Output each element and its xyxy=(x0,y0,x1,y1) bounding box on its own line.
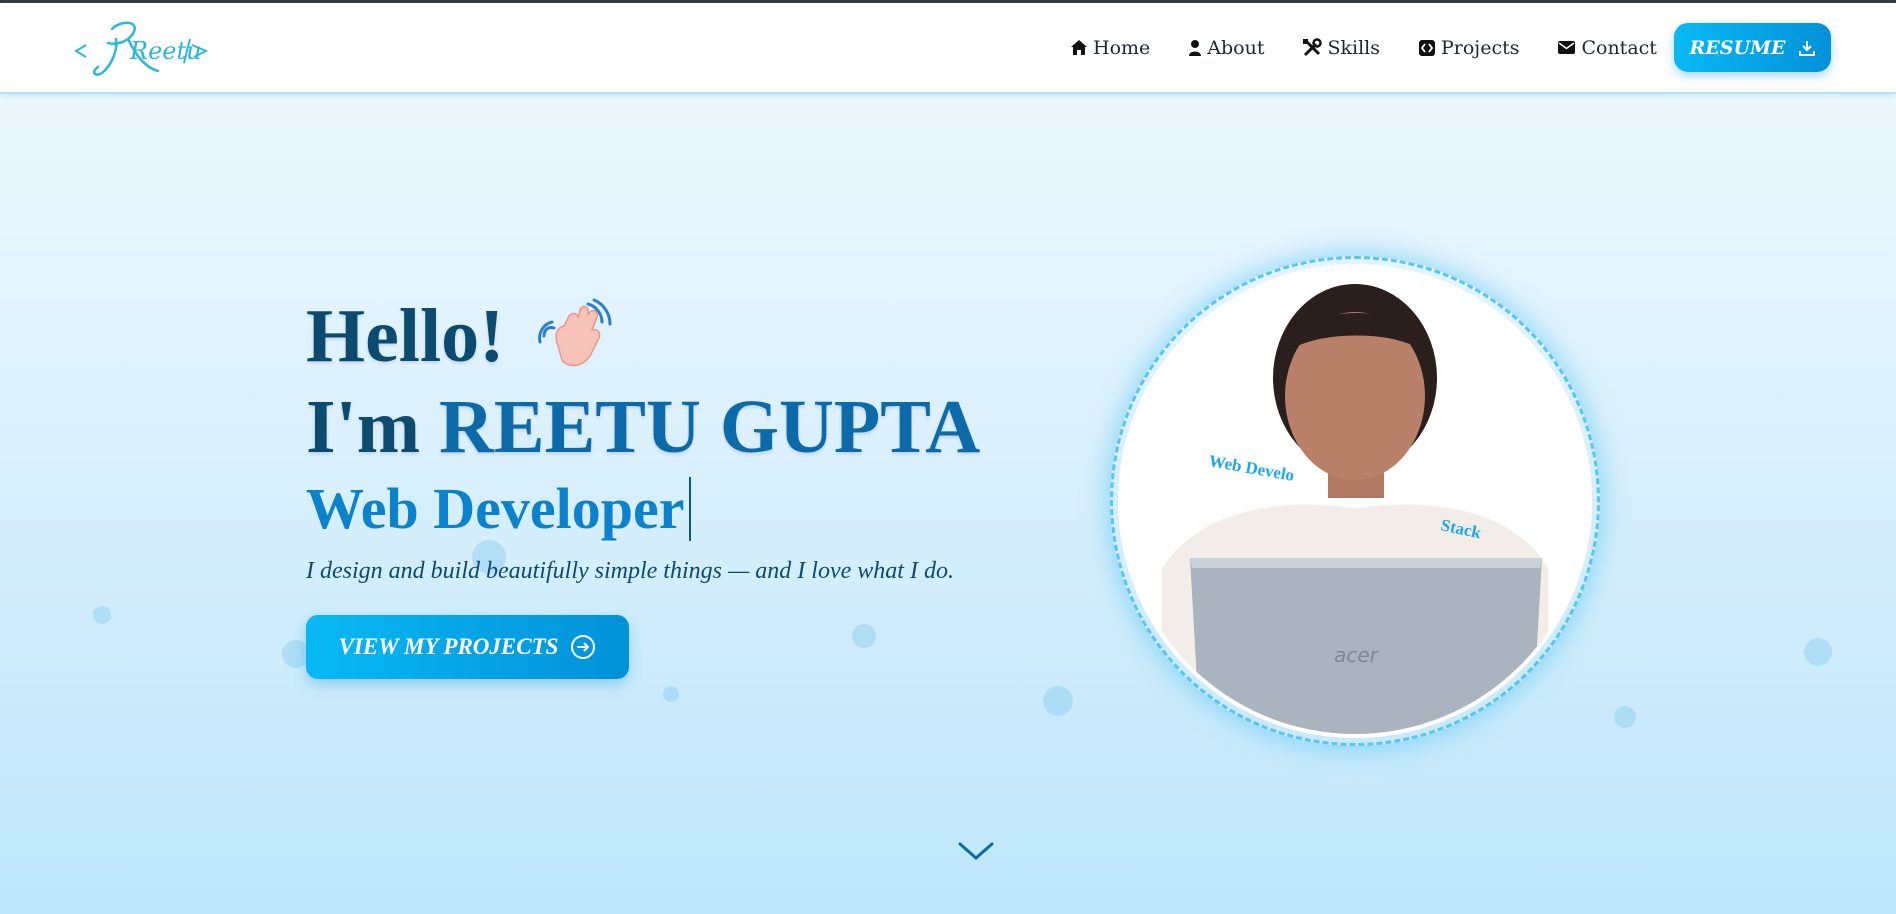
decor-bubble xyxy=(1043,686,1073,716)
laptop-brand-text: acer xyxy=(1334,643,1380,667)
intro-text: I'm xyxy=(306,385,420,469)
scroll-down-chevron-icon[interactable] xyxy=(956,836,996,866)
nav-projects[interactable]: Projects xyxy=(1418,37,1519,59)
profile-photo-illustration: Web Develo Stack acer xyxy=(1122,268,1588,734)
home-icon xyxy=(1071,40,1087,55)
logo[interactable]: Reetu xyxy=(72,15,212,81)
nav-about[interactable]: About xyxy=(1188,37,1264,59)
decor-bubble xyxy=(1804,638,1832,666)
hero-section: Hello! I'm REETU GUPTA Web Developer I d… xyxy=(306,290,1066,679)
role-heading: Web Developer xyxy=(306,476,1066,542)
greeting-text: Hello! xyxy=(306,294,505,378)
nav-home-label: Home xyxy=(1093,36,1151,59)
name-text: REETU GUPTA xyxy=(439,385,981,469)
nav-contact-label: Contact xyxy=(1581,36,1657,59)
name-heading: I'm REETU GUPTA xyxy=(306,382,1066,472)
view-projects-button[interactable]: VIEW MY PROJECTS xyxy=(306,615,629,679)
greeting-heading: Hello! xyxy=(306,290,1066,382)
arrow-circle-right-icon xyxy=(571,635,596,659)
logo-text: Reetu xyxy=(129,37,202,65)
resume-button[interactable]: RESUME xyxy=(1674,23,1831,72)
envelope-icon xyxy=(1558,41,1576,54)
decor-bubble xyxy=(1614,706,1636,728)
code-icon xyxy=(1419,39,1435,56)
profile-photo: Web Develo Stack acer xyxy=(1118,264,1592,738)
nav-about-label: About xyxy=(1207,36,1265,59)
download-icon xyxy=(1798,40,1815,56)
resume-button-label: RESUME xyxy=(1689,36,1786,59)
view-projects-label: VIEW MY PROJECTS xyxy=(338,634,559,659)
nav-contact[interactable]: Contact xyxy=(1557,36,1657,59)
logo-mark: Reetu xyxy=(74,21,209,76)
decor-bubble xyxy=(663,686,679,702)
tagline: I design and build beautifully simple th… xyxy=(306,558,954,584)
tools-icon xyxy=(1303,37,1323,56)
waving-hand-icon xyxy=(538,298,612,367)
nav-home[interactable]: Home xyxy=(1070,37,1150,59)
nav-skills-label: Skills xyxy=(1327,36,1380,59)
main-nav: Home About Skills Projects Contact xyxy=(1070,3,1695,92)
typing-cursor xyxy=(688,477,691,541)
nav-skills[interactable]: Skills xyxy=(1302,37,1380,59)
navbar: Reetu Home About Skills Projects Contact… xyxy=(0,3,1896,94)
decor-bubble xyxy=(93,606,111,624)
user-icon xyxy=(1189,39,1202,56)
role-text: Web Developer xyxy=(306,476,685,541)
nav-projects-label: Projects xyxy=(1441,36,1520,59)
